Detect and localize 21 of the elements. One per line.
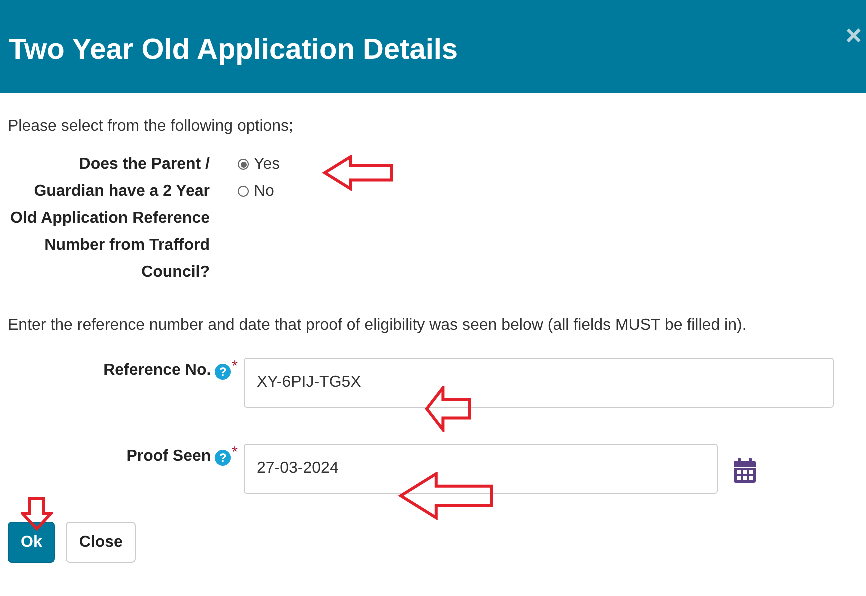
option-label[interactable]: Yes: [254, 151, 280, 178]
calendar-icon[interactable]: [734, 458, 756, 483]
field-label: Reference No.: [104, 362, 212, 380]
radio-button[interactable]: [238, 186, 249, 197]
required-mark: *: [232, 358, 238, 375]
date-field[interactable]: 27-03-2024: [244, 444, 718, 494]
arrow-annotation-icon: [424, 386, 472, 432]
question-label: Does the Parent / Guardian have a 2 Year Old Application Reference Number from Trafford Council?: [10, 155, 210, 283]
arrow-annotation-icon: [398, 472, 494, 520]
field-label: Proof Seen: [126, 448, 212, 466]
arrow-annotation-icon: [322, 155, 394, 191]
close-button[interactable]: Close: [66, 522, 136, 563]
arrow-annotation-icon: [21, 497, 53, 531]
input-field[interactable]: XY-6PIJ-TG5X: [244, 358, 834, 408]
intro-text: Please select from the following options;: [8, 117, 294, 137]
ok-button[interactable]: Ok: [8, 522, 56, 563]
dialog-title: Two Year Old Application Details: [9, 34, 458, 67]
radio-button[interactable]: [238, 159, 249, 170]
option-label[interactable]: No: [254, 178, 274, 205]
required-mark: *: [232, 444, 238, 461]
instruction-text: Enter the reference number and date that proof of eligibility was seen below (all fields MUST be filled in).: [8, 316, 748, 336]
